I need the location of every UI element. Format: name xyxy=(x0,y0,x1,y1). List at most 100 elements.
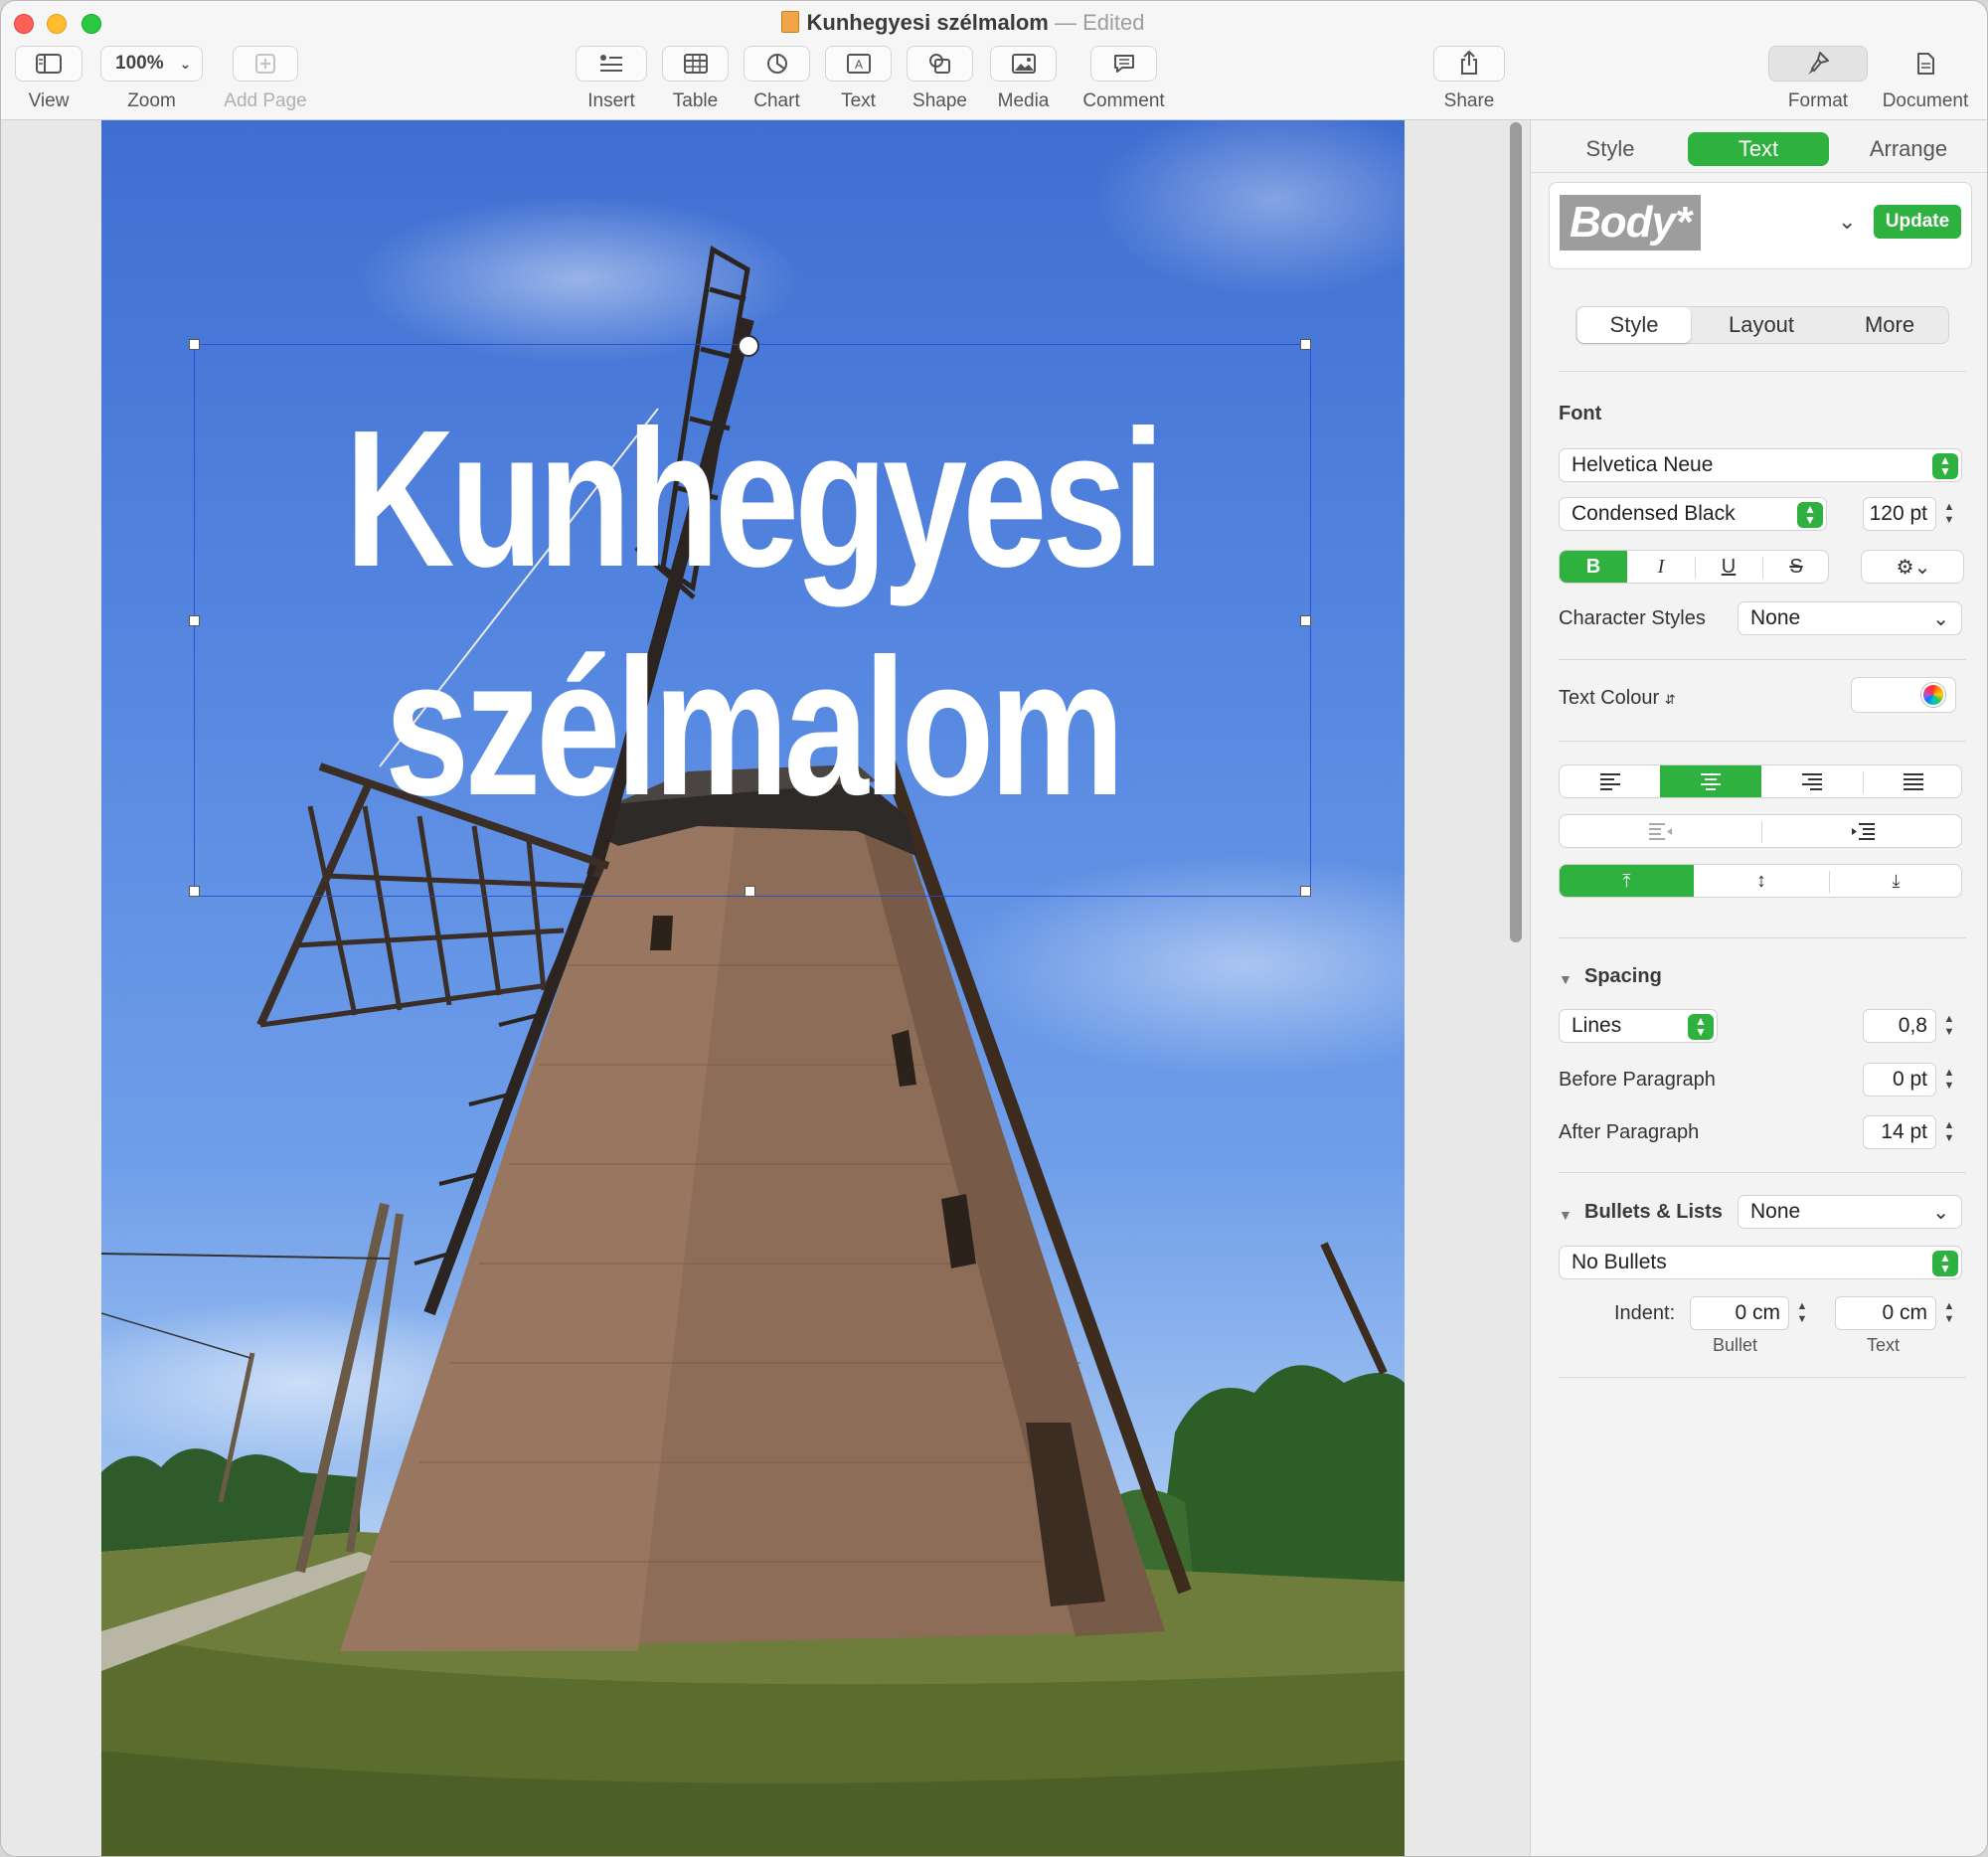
italic-button[interactable]: I xyxy=(1627,551,1695,583)
before-paragraph-field[interactable]: 0 pt xyxy=(1863,1063,1936,1097)
table-button[interactable] xyxy=(662,46,729,82)
font-family-value: Helvetica Neue xyxy=(1572,453,1714,476)
list-style-popup[interactable]: None ⌄ xyxy=(1738,1195,1962,1229)
resize-handle-left[interactable] xyxy=(189,615,200,626)
align-top-icon[interactable]: ⤒ xyxy=(1560,865,1694,897)
bullet-type-popup[interactable]: No Bullets ▲ ▼ xyxy=(1559,1246,1962,1279)
resize-handle-bottom[interactable] xyxy=(745,886,755,897)
disclosure-triangle-icon[interactable]: ▼ xyxy=(1559,1207,1573,1223)
before-paragraph-stepper[interactable]: ▲ ▼ xyxy=(1940,1063,1958,1097)
table-icon xyxy=(683,54,708,74)
align-middle-icon[interactable]: ↕ xyxy=(1694,865,1829,897)
document-headline[interactable]: Kunhegyesi szélmalom xyxy=(317,385,1187,842)
text-indent-stepper[interactable]: ▲ ▼ xyxy=(1940,1296,1958,1330)
spacing-heading[interactable]: Spacing xyxy=(1584,965,1662,988)
resize-handle-top-left[interactable] xyxy=(189,339,200,350)
bullet-indent-stepper[interactable]: ▲ ▼ xyxy=(1793,1296,1811,1330)
rotation-handle[interactable] xyxy=(738,335,759,357)
line-spacing-field[interactable]: 0,8 xyxy=(1863,1009,1936,1043)
align-right-icon[interactable] xyxy=(1761,765,1863,797)
add-page-label: Add Page xyxy=(224,90,307,111)
pages-window: Kunhegyesi szélmalom — Edited View 100% … xyxy=(0,0,1988,1857)
font-size-stepper[interactable]: ▲ ▼ xyxy=(1940,497,1958,531)
align-bottom-icon[interactable]: ⤓ xyxy=(1829,865,1961,897)
share-button[interactable] xyxy=(1433,46,1505,82)
subtab-style[interactable]: Style xyxy=(1577,307,1691,343)
document-page[interactable]: Kunhegyesi szélmalom xyxy=(101,120,1405,1856)
pie-chart-icon xyxy=(766,54,787,74)
shape-icon xyxy=(928,54,950,74)
font-style-buttons: B I U S xyxy=(1559,550,1829,584)
increase-indent-icon[interactable] xyxy=(1761,815,1961,847)
text-indent-caption: Text xyxy=(1867,1335,1901,1355)
document-icon xyxy=(1917,53,1934,75)
alignment-buttons xyxy=(1559,764,1962,798)
font-typeface-popup[interactable]: Condensed Black ▲ ▼ xyxy=(1559,497,1827,531)
window-title: Kunhegyesi szélmalom — Edited xyxy=(1,10,1924,36)
align-left-icon[interactable] xyxy=(1560,765,1660,797)
decrease-indent-icon[interactable] xyxy=(1560,815,1761,847)
font-family-popup[interactable]: Helvetica Neue ▲ ▼ xyxy=(1559,448,1962,482)
text-button[interactable]: A xyxy=(825,46,892,82)
advanced-font-options[interactable]: ⚙⌄ xyxy=(1861,550,1964,584)
update-style-button[interactable]: Update xyxy=(1874,205,1961,239)
document-canvas[interactable]: Kunhegyesi szélmalom xyxy=(1,120,1530,1856)
subtab-layout[interactable]: Layout xyxy=(1694,307,1829,343)
tab-text[interactable]: Text xyxy=(1688,132,1829,166)
paragraph-style-selector[interactable]: Body* ⌄ Update xyxy=(1549,182,1972,269)
divider xyxy=(1559,659,1966,660)
spacing-mode-popup[interactable]: Lines ▲ ▼ xyxy=(1559,1009,1718,1043)
media-button[interactable] xyxy=(990,46,1057,82)
resize-handle-bottom-right[interactable] xyxy=(1300,886,1311,897)
add-page-button[interactable] xyxy=(233,46,298,82)
comment-label: Comment xyxy=(1082,90,1165,111)
strikethrough-button[interactable]: S xyxy=(1762,551,1828,583)
bullet-indent-field[interactable]: 0 cm xyxy=(1690,1296,1789,1330)
resize-handle-top-right[interactable] xyxy=(1300,339,1311,350)
text-subtabs: Style Layout More xyxy=(1575,306,1949,344)
format-button[interactable] xyxy=(1768,46,1868,82)
character-styles-popup[interactable]: None ⌄ xyxy=(1738,601,1962,635)
text-colour-label[interactable]: Text Colour ⇵ xyxy=(1559,687,1676,710)
view-button[interactable] xyxy=(15,46,83,82)
document-button[interactable] xyxy=(1876,46,1975,82)
after-paragraph-field[interactable]: 14 pt xyxy=(1863,1115,1936,1149)
paintbrush-icon xyxy=(1808,52,1829,75)
photo-icon xyxy=(1011,54,1036,74)
resize-handle-bottom-left[interactable] xyxy=(189,886,200,897)
chart-label: Chart xyxy=(753,90,800,111)
disclosure-triangle-icon[interactable]: ▼ xyxy=(1559,971,1573,987)
vertical-scrollbar[interactable] xyxy=(1510,122,1522,942)
after-paragraph-label: After Paragraph xyxy=(1559,1121,1700,1143)
insert-button[interactable] xyxy=(576,46,647,82)
divider xyxy=(1559,1377,1966,1378)
divider xyxy=(1559,937,1966,938)
divider xyxy=(1559,741,1966,742)
title-text-box[interactable]: Kunhegyesi szélmalom xyxy=(189,335,1311,897)
text-indent-field[interactable]: 0 cm xyxy=(1835,1296,1936,1330)
zoom-value: 100% xyxy=(115,53,164,74)
bold-button[interactable]: B xyxy=(1560,551,1627,583)
comment-button[interactable] xyxy=(1090,46,1157,82)
comment-icon xyxy=(1113,55,1134,73)
resize-handle-right[interactable] xyxy=(1300,615,1311,626)
character-styles-value: None xyxy=(1750,606,1801,629)
bullets-lists-heading[interactable]: Bullets & Lists xyxy=(1584,1201,1723,1224)
subtab-more[interactable]: More xyxy=(1831,307,1948,343)
zoom-popup[interactable]: 100% ⌄ xyxy=(100,46,203,82)
document-label: Document xyxy=(1882,90,1969,111)
underline-button[interactable]: U xyxy=(1695,551,1762,583)
justify-icon[interactable] xyxy=(1863,765,1961,797)
view-label: View xyxy=(28,90,70,111)
colour-wheel-icon[interactable] xyxy=(1921,683,1945,707)
after-paragraph-stepper[interactable]: ▲ ▼ xyxy=(1940,1115,1958,1149)
chart-button[interactable] xyxy=(744,46,810,82)
chevron-down-icon[interactable]: ⌄ xyxy=(1838,209,1856,235)
shape-button[interactable] xyxy=(907,46,973,82)
line-spacing-stepper[interactable]: ▲ ▼ xyxy=(1940,1009,1958,1043)
tab-style[interactable]: Style xyxy=(1551,132,1670,166)
font-size-field[interactable]: 120 pt xyxy=(1863,497,1936,531)
tab-arrange[interactable]: Arrange xyxy=(1847,132,1970,166)
align-center-icon[interactable] xyxy=(1660,765,1761,797)
character-styles-label: Character Styles xyxy=(1559,607,1706,629)
